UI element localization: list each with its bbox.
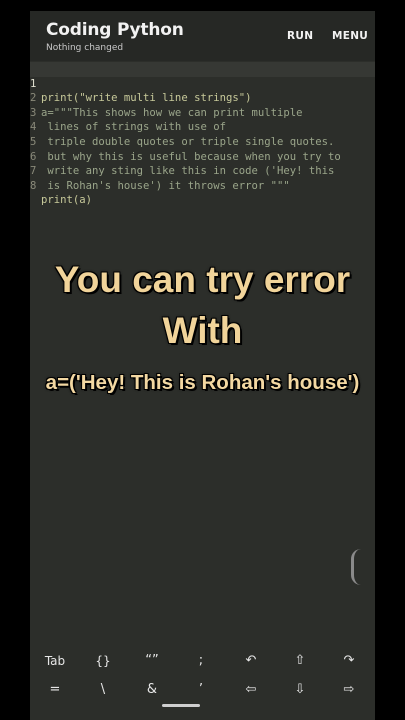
apostrophe-key[interactable]: ’ (181, 676, 221, 704)
arrow-left-icon[interactable]: ⇦ (231, 676, 271, 704)
code-line[interactable]: 2 a="""This shows how we can print multi… (30, 77, 375, 119)
code-line[interactable]: 8 print(a) (30, 164, 375, 207)
home-indicator[interactable] (162, 704, 200, 707)
line-number: 8 (30, 179, 37, 192)
menu-button[interactable]: MENU (332, 30, 368, 42)
equals-key[interactable]: = (35, 676, 75, 704)
code-line[interactable]: 5 but why this is useful because when yo… (30, 120, 375, 163)
extra-keys-row: Tab {} “” ; ↶ ⇧ ↷ (30, 647, 375, 675)
app-title: Coding Python (46, 20, 184, 40)
arrow-down-icon[interactable]: ⇩ (280, 676, 320, 704)
extra-keys-row: = \ & ’ ⇦ ⇩ ⇨ (30, 676, 375, 704)
redo-icon[interactable]: ↷ (329, 647, 369, 675)
file-status: Nothing changed (46, 43, 124, 53)
ampersand-key[interactable]: & (132, 676, 172, 704)
backslash-key[interactable]: \ (83, 676, 123, 704)
editor-screen: Coding Python Nothing changed RUN MENU 1… (30, 11, 375, 720)
arrow-right-icon[interactable]: ⇨ (329, 676, 369, 704)
code-line[interactable]: 1 print("write multi line strings") (30, 62, 375, 104)
code-text: is Rohan's house') it throws error """ (41, 179, 290, 192)
code-line[interactable]: 3 lines of strings with use of (30, 91, 375, 134)
app-bar: Coding Python Nothing changed RUN MENU (30, 11, 375, 61)
code-line[interactable]: 6 write any sting like this in code ('He… (30, 135, 375, 178)
code-line[interactable]: 7 is Rohan's house') it throws error """ (30, 150, 375, 192)
run-button[interactable]: RUN (287, 30, 313, 42)
quotes-key[interactable]: “” (132, 647, 172, 675)
shift-up-icon[interactable]: ⇧ (280, 647, 320, 675)
code-line[interactable]: 4 triple double quotes or triple single … (30, 106, 375, 148)
scroll-handle[interactable] (351, 549, 361, 585)
code-editor[interactable]: 1 print("write multi line strings") 2 a=… (30, 62, 375, 207)
semicolon-key[interactable]: ; (181, 647, 221, 675)
braces-key[interactable]: {} (83, 647, 123, 675)
extra-keys-bar: Tab {} “” ; ↶ ⇧ ↷ = \ & ’ ⇦ ⇩ ⇨ (30, 645, 375, 720)
undo-icon[interactable]: ↶ (231, 647, 271, 675)
tab-key[interactable]: Tab (35, 647, 75, 675)
code-text: print(a) (41, 194, 93, 207)
